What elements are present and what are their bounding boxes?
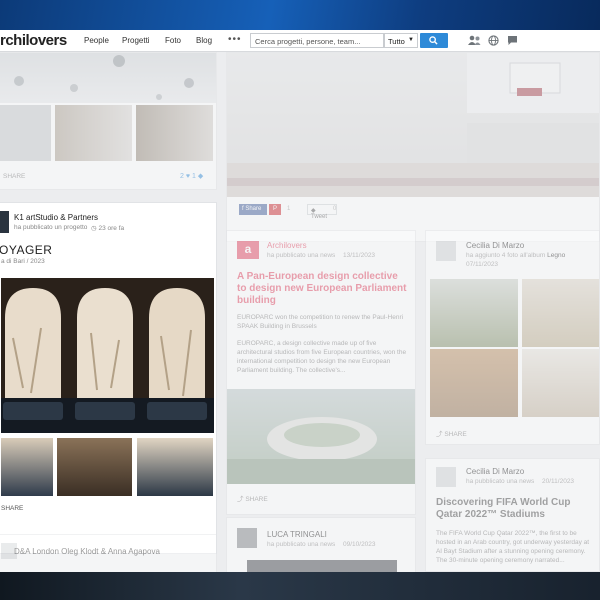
europarc-news-card: a Archilovers ha pubblicato una news 13/… [226,230,416,515]
author-avatar[interactable] [237,528,257,548]
tag-count: 1 [191,173,196,180]
chevron-down-icon: ▼ [408,37,414,43]
author-action: ha pubblicato una news [466,478,535,485]
chat-icon[interactable] [507,35,518,46]
nav-people[interactable]: People [84,36,109,45]
album-photo-2[interactable] [522,279,599,347]
parliament-building-image [227,417,415,484]
k1-project-card: K1 artStudio & Partners ha pubblicato un… [0,202,217,554]
news-date: 09/10/2023 [343,541,376,548]
pinterest-button[interactable]: P [269,204,281,215]
author-name[interactable]: Archilovers [267,241,307,250]
author-avatar[interactable] [436,467,456,487]
screen-bezel-bottom [0,572,600,600]
news-excerpt: The FIFA World Cup Qatar 2022™, the firs… [436,530,590,564]
tag-icon[interactable]: ◆ [198,173,203,180]
author-avatar[interactable] [436,241,456,261]
tweet-count: 0 [333,206,337,212]
facebook-share-button[interactable]: f Share [239,204,267,215]
screen-bezel-top [0,0,600,30]
nav-blog[interactable]: Blog [196,36,212,45]
cecilia-album-card: Cecilia Di Marzo ha aggiunto 4 foto all'… [425,230,600,445]
news-title-link[interactable]: Discovering FIFA World Cup Qatar 2022™ S… [436,497,596,521]
project-location: a di Bari / 2023 [1,258,45,265]
author-name[interactable]: LUCA TRINGALI [267,530,327,539]
author-name[interactable]: Cecilia Di Marzo [466,467,524,476]
nav-foto[interactable]: Foto [165,36,181,45]
author-name[interactable]: Cecilia Di Marzo [466,241,524,250]
archilovers-avatar-icon[interactable]: a [237,241,259,259]
cecilia-news-card: Cecilia Di Marzo ha pubblicato una news … [425,458,600,572]
project-thumb-b[interactable] [57,438,132,496]
news-excerpt: EUROPARC, a design collective made up of… [237,340,407,374]
news-photo[interactable] [227,389,415,484]
interior-photo[interactable] [227,53,599,197]
album-photo-1[interactable] [430,279,518,347]
search-icon [429,36,438,45]
arched-windows-image [1,278,214,433]
author-name[interactable]: K1 artStudio & Partners [14,213,98,222]
middle-top-card: f Share P 1 ◆ Tweet 0 [226,52,600,242]
top-navigation-bar: rchilovers People Progetti Foto Blog •••… [0,30,600,52]
nav-progetti[interactable]: Progetti [122,36,150,45]
timestamp: ◷ 23 ore fa [91,225,125,232]
archilovers-logo[interactable]: rchilovers [0,32,67,49]
like-count: 2 [180,173,184,180]
news-title-link[interactable]: A Pan-European design collective to desi… [237,271,409,307]
project-thumb-3[interactable] [136,105,213,161]
share-count: 1 [287,206,291,212]
album-date: 07/11/2023 [466,261,499,268]
share-link[interactable]: SHARE [1,505,23,512]
project-hero-photo[interactable] [1,278,214,433]
project-thumb-c[interactable] [137,438,213,496]
stone-texture-image [14,55,194,100]
search-button[interactable] [420,33,448,48]
news-subtitle: EUROPARC won the competition to renew th… [237,314,404,330]
news-date: 13/11/2023 [343,252,376,259]
news-date: 20/11/2023 [542,478,575,485]
news-photo[interactable] [247,560,397,572]
interior-image [227,53,599,197]
album-photo-3[interactable] [430,349,518,417]
people-icon[interactable] [468,35,481,46]
album-link[interactable]: Legno [547,252,565,259]
luca-news-card: LUCA TRINGALI ha pubblicato una news 09/… [226,517,416,572]
author-action: ha aggiunto 4 foto all'album [466,252,546,259]
heart-icon[interactable]: ♥ [186,173,190,180]
project-thumb-1[interactable] [0,105,51,161]
more-menu-icon[interactable]: ••• [228,34,242,45]
browser-screen: rchilovers People Progetti Foto Blog •••… [0,30,600,572]
author-avatar[interactable] [0,211,9,233]
project-thumb-a[interactable] [1,438,53,496]
share-link[interactable]: ⤴ SHARE [237,493,268,503]
project-title[interactable]: OYAGER [0,243,52,257]
globe-icon[interactable] [488,35,499,46]
project-photo-main[interactable] [0,53,216,103]
author-action: ha pubblicato una news [267,252,336,259]
search-input[interactable]: Cerca progetti, persone, team... [250,33,384,48]
share-link[interactable]: SHARE [3,173,25,180]
author-action: ha pubblicato un progetto [14,224,88,231]
author-action: ha pubblicato una news [267,541,336,548]
search-filter-select[interactable]: Tutto ▼ [384,33,418,48]
share-link[interactable]: ⤴ SHARE [436,428,467,438]
pinterest-icon: P [272,206,277,212]
left-top-card: SHARE 2 ♥ 1 ◆ [0,52,217,190]
author-name[interactable]: D&A London Oleg Klodt & Anna Agapova [14,547,160,556]
clock-icon: ◷ [91,225,97,232]
left-bottom-card: D&A London Oleg Klodt & Anna Agapova [0,534,217,572]
project-thumb-2[interactable] [55,105,132,161]
album-photo-4[interactable] [522,349,599,417]
